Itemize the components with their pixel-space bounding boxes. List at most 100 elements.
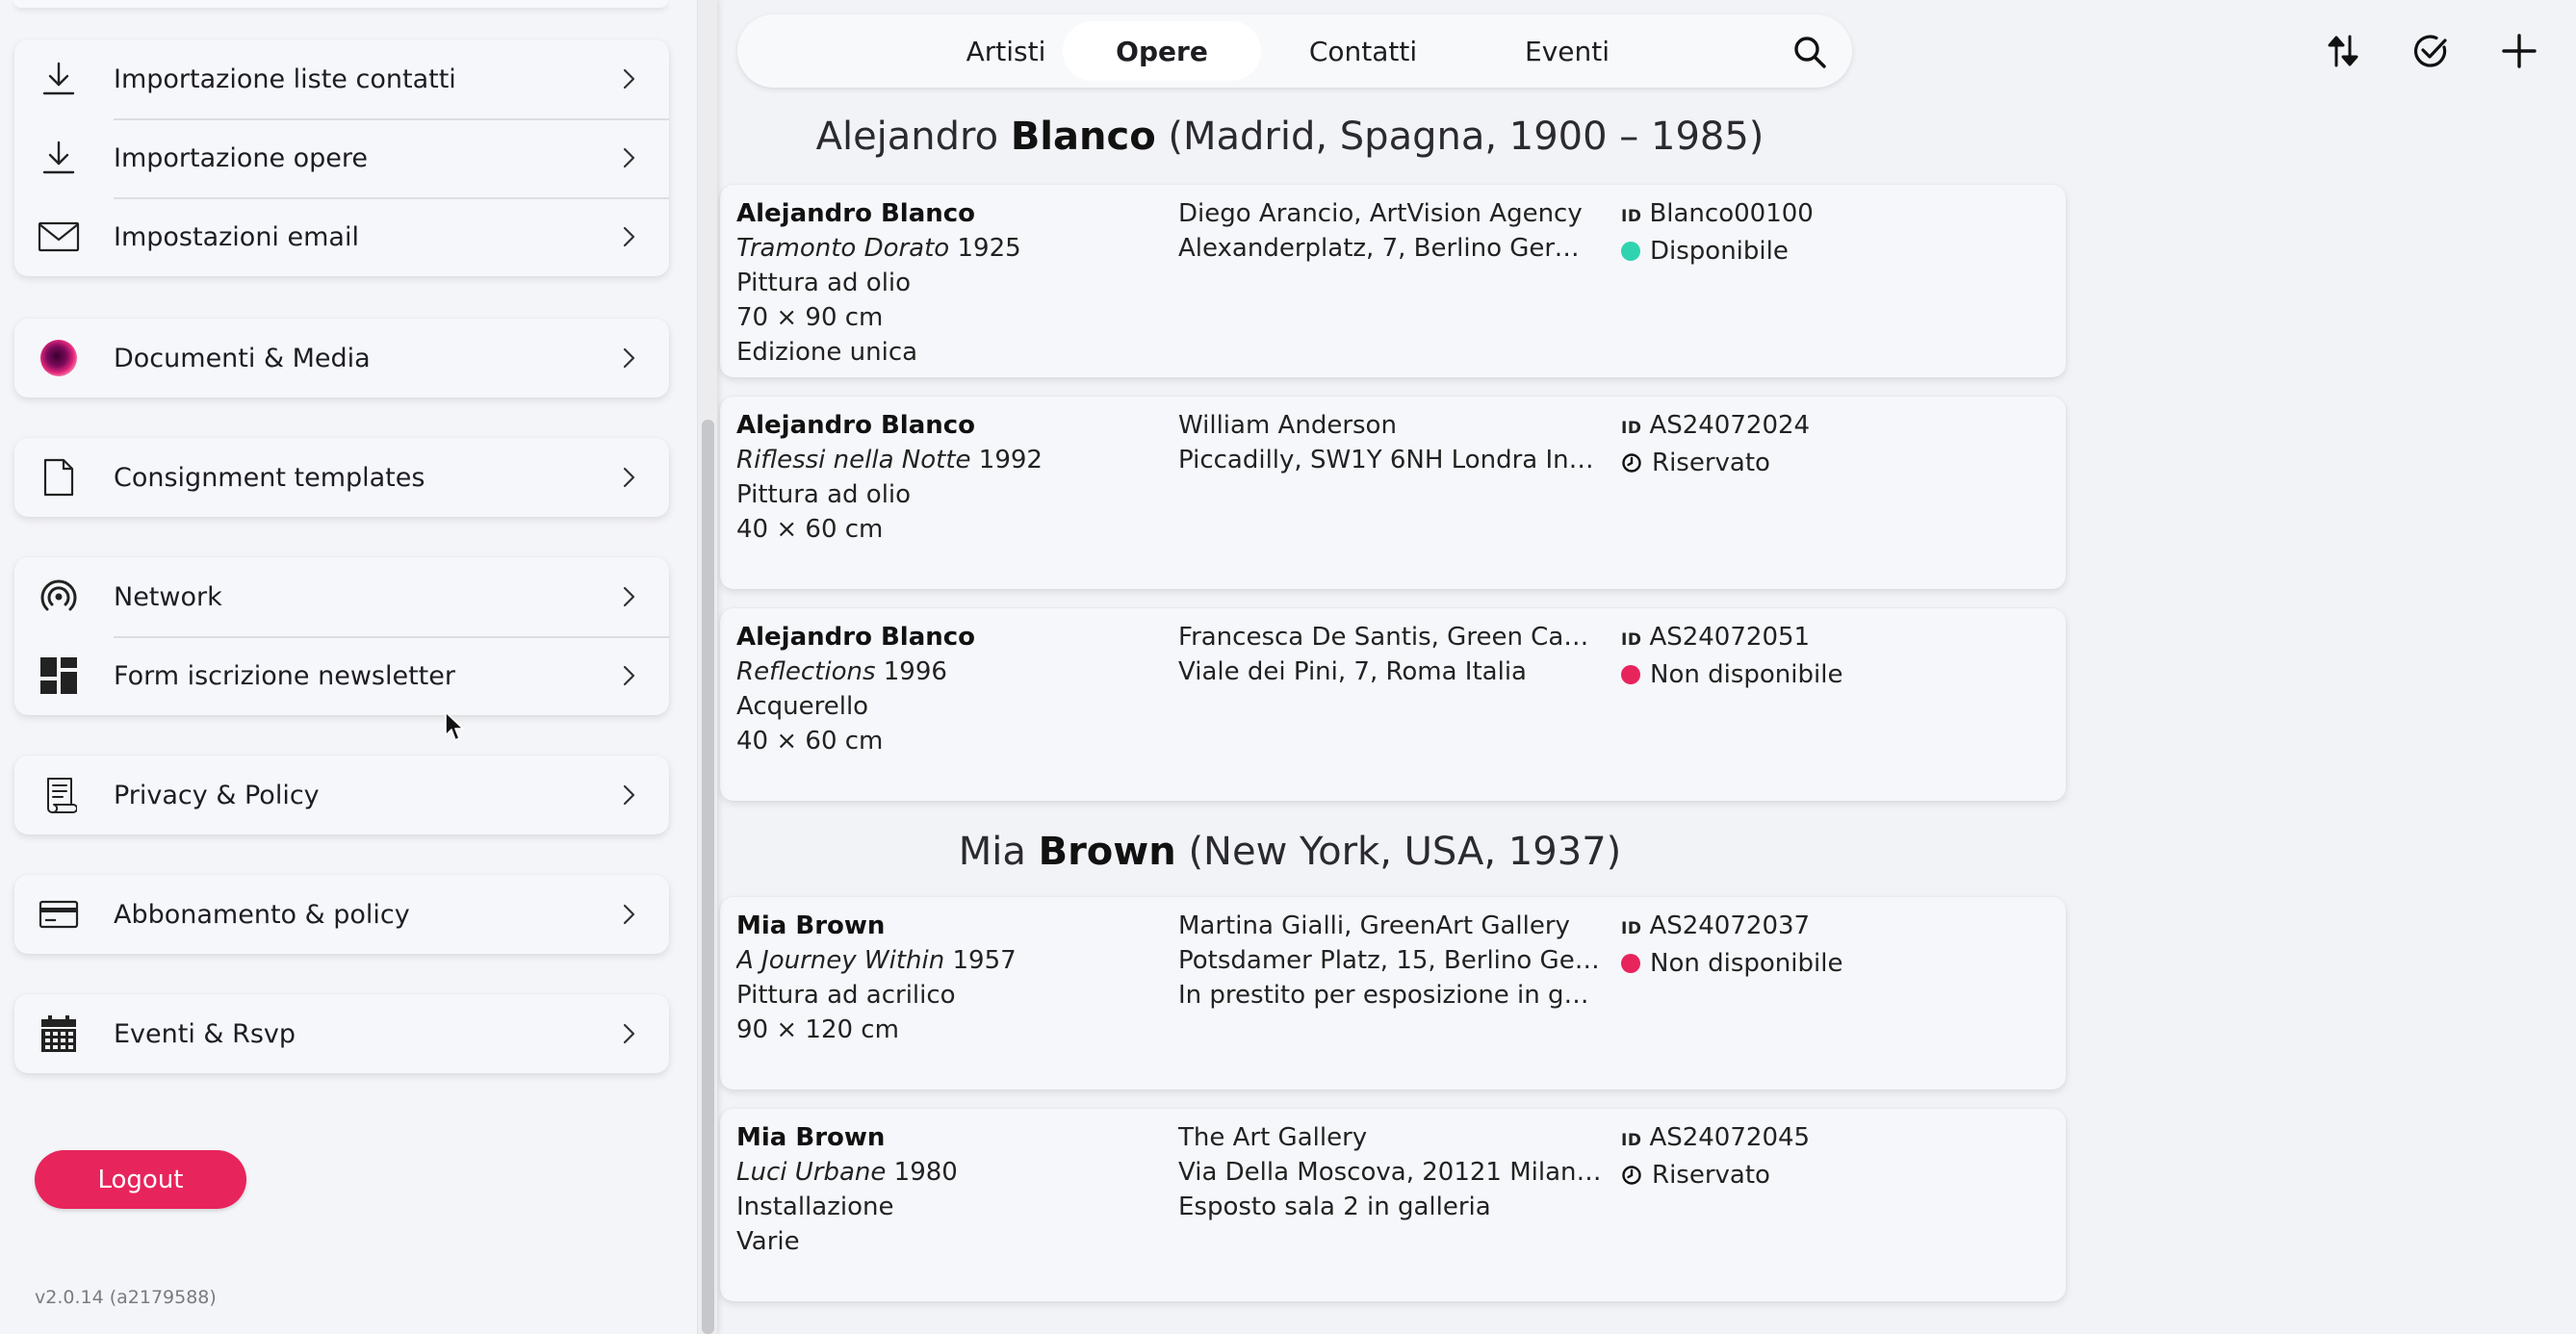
sidebar-item-import-works[interactable]: Importazione opere — [14, 118, 669, 197]
logout-button[interactable]: Logout — [35, 1150, 246, 1209]
artwork-artist: Mia Brown — [736, 911, 886, 940]
id-label: ID — [1621, 630, 1642, 650]
artist-bio: (Madrid, Spagna, 1900 – 1985) — [1168, 115, 1765, 159]
artwork-title: A Journey Within — [736, 946, 945, 975]
sidebar-item-email-settings[interactable]: Impostazioni email — [14, 197, 669, 276]
artist-last-name: Brown — [1038, 830, 1176, 874]
sidebar-item-network[interactable]: Network — [14, 557, 669, 636]
artwork-size: 90 × 120 cm — [736, 1015, 899, 1044]
artist-section-title: Mia Brown (New York, USA, 1937) — [737, 830, 1842, 874]
artwork-medium: Acquerello — [736, 692, 869, 721]
tab-contatti[interactable]: Contatti — [1264, 21, 1462, 81]
sidebar-item-documents-media[interactable]: Documenti & Media — [14, 319, 669, 398]
artwork-location: Martina Gialli, GreenArt Gallery Potsdam… — [1178, 909, 1602, 1013]
artwork-card[interactable]: Mia Brown A Journey Within 1957 Pittura … — [720, 897, 2066, 1090]
artwork-status: Riservato — [1652, 449, 1770, 477]
artwork-location: The Art Gallery Via Della Moscova, 20121… — [1178, 1120, 1602, 1224]
artwork-id: AS24072051 — [1649, 623, 1811, 652]
document-icon — [38, 456, 80, 499]
location-holder: Martina Gialli, GreenArt Gallery — [1178, 911, 1570, 940]
sidebar-item-subscription-policy[interactable]: Abbonamento & policy — [14, 875, 669, 954]
chevron-right-icon — [623, 147, 635, 168]
artwork-year: 1996 — [883, 657, 947, 686]
chevron-right-icon — [623, 904, 635, 925]
main-tabbar: Artisti Opere Contatti Eventi — [737, 14, 1852, 88]
artwork-title: Reflections — [736, 657, 876, 686]
id-label: ID — [1621, 1131, 1642, 1150]
app-version: v2.0.14 (a2179588) — [35, 1287, 217, 1308]
tab-opere[interactable]: Opere — [1063, 21, 1261, 81]
artwork-meta: ID AS24072045 Riservato — [1621, 1120, 2045, 1193]
sidebar-group-subscription: Abbonamento & policy — [14, 875, 669, 954]
artwork-card[interactable]: Alejandro Blanco Riflessi nella Notte 19… — [720, 397, 2066, 589]
sidebar-scrollbar[interactable] — [697, 0, 717, 1334]
location-address: Via Della Moscova, 20121 Milano MI... — [1178, 1158, 1602, 1187]
artwork-artist: Mia Brown — [736, 1123, 886, 1152]
sidebar-item-events-rsvp[interactable]: Eventi & Rsvp — [14, 994, 669, 1073]
sidebar-item-label: Privacy & Policy — [114, 780, 320, 810]
search-button[interactable] — [1790, 33, 1829, 71]
artist-first-name: Alejandro — [815, 115, 999, 159]
artwork-medium: Pittura ad olio — [736, 269, 912, 297]
location-holder: Francesca De Santis, Green Canvas — [1178, 623, 1602, 652]
artist-bio: (New York, USA, 1937) — [1188, 830, 1622, 874]
chevron-right-icon — [623, 467, 635, 488]
status-unavailable-dot — [1621, 954, 1640, 973]
chevron-right-icon — [623, 347, 635, 369]
location-address: Alexanderplatz, 7, Berlino Germania — [1178, 234, 1602, 263]
artwork-info: Mia Brown Luci Urbane 1980 Installazione… — [736, 1120, 1160, 1259]
sidebar-item-label: Eventi & Rsvp — [114, 1018, 296, 1049]
plus-icon — [2502, 34, 2537, 68]
location-holder: The Art Gallery — [1178, 1123, 1368, 1152]
artwork-meta: ID AS24072051 Non disponibile — [1621, 620, 2045, 692]
artwork-artist: Alejandro Blanco — [736, 623, 976, 652]
sidebar-item-privacy-policy[interactable]: Privacy & Policy — [14, 756, 669, 834]
tab-eventi[interactable]: Eventi — [1468, 21, 1666, 81]
mail-icon — [38, 216, 80, 258]
download-icon — [38, 58, 80, 100]
credit-card-icon — [38, 893, 80, 936]
settings-sidebar: Importazione liste contatti Importazione… — [0, 0, 717, 1334]
location-address: Piccadilly, SW1Y 6NH Londra Inghilt... — [1178, 446, 1602, 475]
artwork-card[interactable]: Alejandro Blanco Reflections 1996 Acquer… — [720, 608, 2066, 801]
location-note: In prestito per esposizione in galleria — [1178, 981, 1602, 1010]
mouse-cursor-icon — [445, 711, 464, 741]
artwork-edition: Edizione unica — [736, 338, 918, 367]
artwork-card[interactable]: Alejandro Blanco Tramonto Dorato 1925 Pi… — [720, 185, 2066, 377]
sidebar-group-media: Documenti & Media — [14, 319, 669, 398]
artwork-status: Non disponibile — [1650, 949, 1843, 978]
artwork-info: Alejandro Blanco Reflections 1996 Acquer… — [736, 620, 1160, 758]
sidebar-item-label: Form iscrizione newsletter — [114, 660, 455, 691]
broadcast-icon — [38, 576, 80, 618]
sidebar-item-label: Abbonamento & policy — [114, 899, 410, 930]
select-button[interactable] — [2409, 29, 2453, 73]
sidebar-item-import-contacts[interactable]: Importazione liste contatti — [14, 39, 669, 118]
location-holder: William Anderson — [1178, 411, 1397, 440]
sidebar-group-network: Network Form iscrizione newsletter — [14, 557, 669, 715]
check-circle-icon — [2413, 35, 2447, 67]
scrollbar-thumb[interactable] — [702, 420, 714, 1334]
location-note: Esposto sala 2 in galleria — [1178, 1193, 1491, 1221]
artist-last-name: Blanco — [1010, 115, 1156, 159]
location-address: Viale dei Pini, 7, Roma Italia — [1178, 657, 1527, 686]
artwork-location: Francesca De Santis, Green Canvas Viale … — [1178, 620, 1602, 689]
artwork-medium: Pittura ad acrilico — [736, 981, 956, 1010]
sidebar-item-label: Impostazioni email — [114, 221, 359, 252]
sort-button[interactable] — [2321, 29, 2365, 73]
chevron-right-icon — [623, 586, 635, 607]
artwork-card[interactable]: Mia Brown Luci Urbane 1980 Installazione… — [720, 1109, 2066, 1301]
artwork-year: 1925 — [957, 234, 1021, 263]
download-icon — [38, 137, 80, 179]
sort-icon — [2328, 35, 2358, 67]
artwork-status: Disponibile — [1650, 237, 1789, 266]
sidebar-item-newsletter-form[interactable]: Form iscrizione newsletter — [14, 636, 669, 715]
search-icon — [1794, 37, 1826, 68]
id-label: ID — [1621, 919, 1642, 938]
artwork-status: Riservato — [1652, 1161, 1770, 1190]
add-button[interactable] — [2497, 29, 2541, 73]
location-address: Potsdamer Platz, 15, Berlino Germa... — [1178, 946, 1602, 975]
sidebar-item-consignment-templates[interactable]: Consignment templates — [14, 438, 669, 517]
artwork-title: Tramonto Dorato — [736, 234, 950, 263]
artwork-id: AS24072024 — [1649, 411, 1811, 440]
sidebar-group-templates: Consignment templates — [14, 438, 669, 517]
